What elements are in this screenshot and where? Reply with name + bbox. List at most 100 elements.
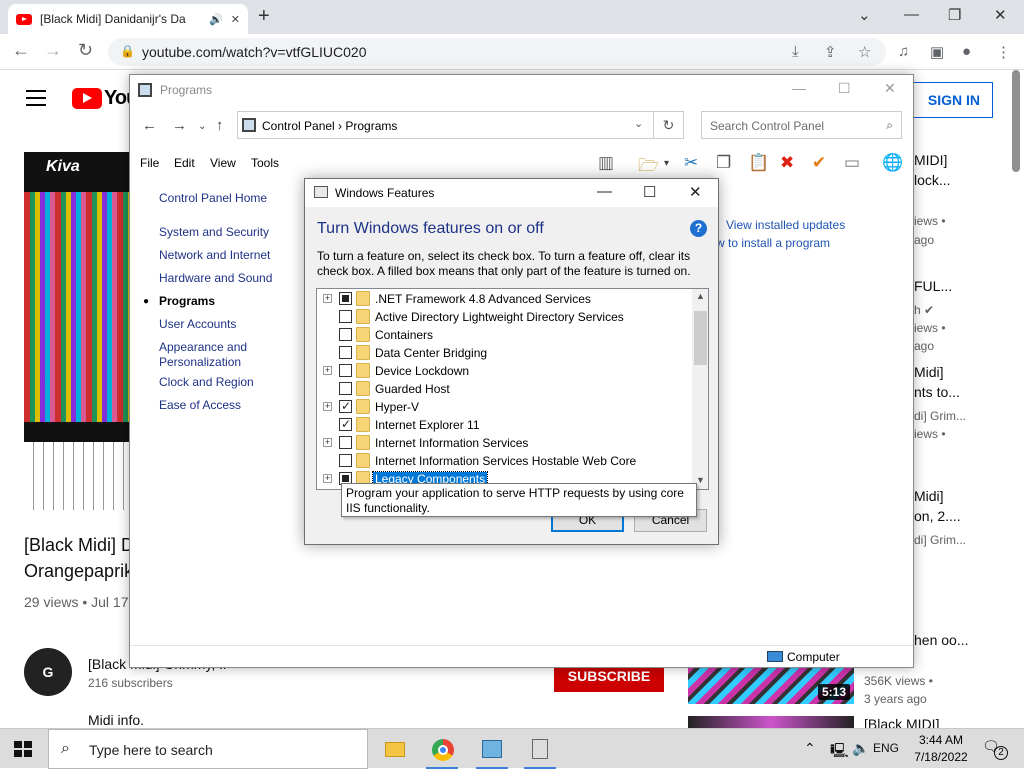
profile-avatar-icon[interactable]: ● [962, 43, 971, 60]
cp-maximize-icon[interactable]: ☐ [838, 80, 851, 97]
globe-icon[interactable]: 🌐 [882, 153, 903, 173]
share-icon[interactable]: ⇪ [824, 43, 837, 61]
paste-icon[interactable]: 📋 [748, 153, 769, 173]
side-video-title[interactable]: lock... [914, 172, 951, 188]
wf-title-bar[interactable]: Windows Features — ☐ ✕ [305, 179, 718, 207]
copy-icon[interactable]: ❐ [716, 153, 731, 173]
cp-minimize-icon[interactable]: — [792, 80, 806, 96]
cp-title-bar[interactable]: Programs — ☐ ✕ [130, 75, 913, 105]
menu-file[interactable]: File [140, 156, 159, 170]
check-icon[interactable]: ✔ [812, 153, 826, 173]
control-panel-icon[interactable] [472, 733, 512, 769]
video-player[interactable]: Kiva [24, 152, 136, 510]
menu-edit[interactable]: Edit [174, 156, 195, 170]
show-hidden-icons-icon[interactable]: ⌃ [804, 740, 816, 757]
reload-button[interactable]: ↻ [78, 40, 93, 61]
feature-checkbox[interactable] [339, 346, 352, 359]
scroll-down-icon[interactable]: ▼ [696, 475, 705, 485]
bookmark-star-icon[interactable]: ☆ [858, 43, 871, 61]
restore-icon[interactable]: ❐ [948, 6, 961, 24]
network-icon[interactable]: 🖳 [830, 740, 849, 764]
speaker-icon[interactable]: 🔊 [209, 13, 223, 26]
feature-checkbox[interactable] [339, 310, 352, 323]
scroll-up-icon[interactable]: ▲ [696, 291, 705, 301]
feature-checkbox[interactable] [339, 436, 352, 449]
chrome-icon[interactable] [422, 733, 462, 769]
close-icon[interactable]: ✕ [994, 6, 1007, 24]
feature-checkbox[interactable] [339, 382, 352, 395]
link-control-panel-home[interactable]: Control Panel Home [159, 191, 267, 206]
feature-checkbox[interactable] [339, 328, 352, 341]
cp-forward-icon[interactable]: → [172, 117, 187, 134]
expand-icon[interactable]: + [323, 474, 332, 483]
back-button[interactable]: ← [12, 40, 30, 61]
link-view-installed-updates[interactable]: View installed updates [726, 218, 845, 232]
media-queue-icon[interactable]: ♫ [898, 43, 909, 60]
cut-icon[interactable]: ✂ [684, 153, 698, 173]
forward-button[interactable]: → [44, 40, 62, 61]
link-network-internet[interactable]: Network and Internet [159, 248, 270, 263]
scroll-thumb[interactable] [694, 311, 707, 365]
cp-refresh-icon[interactable]: ↻ [654, 111, 684, 139]
link-hardware-sound[interactable]: Hardware and Sound [159, 271, 272, 286]
side-panel-icon[interactable]: ▣ [930, 43, 944, 61]
clock[interactable]: 3:44 AM 7/18/2022 [908, 732, 974, 766]
feature-row[interactable]: + .NET Framework 4.8 Advanced Services [317, 290, 692, 308]
chrome-menu-icon[interactable]: ⋮ [996, 43, 1011, 61]
expand-icon[interactable]: + [323, 366, 332, 375]
side-video-thumbnail[interactable]: 5:13 [688, 666, 854, 704]
link-appearance[interactable]: Appearance and Personalization [159, 340, 269, 370]
features-scrollbar[interactable]: ▲ ▼ [692, 289, 708, 489]
youtube-logo-icon[interactable] [72, 88, 102, 109]
menu-view[interactable]: View [210, 156, 236, 170]
link-system-security[interactable]: System and Security [159, 225, 269, 240]
feature-row[interactable]: + Hyper-V [317, 398, 692, 416]
delete-icon[interactable]: ✖ [780, 153, 794, 173]
feature-row[interactable]: Internet Information Services Hostable W… [317, 452, 692, 470]
side-video-title[interactable]: nts to... [914, 384, 960, 400]
page-scrollbar[interactable] [1012, 70, 1020, 172]
channel-avatar[interactable]: G [24, 648, 72, 696]
link-programs[interactable]: Programs [159, 294, 215, 309]
side-video-title[interactable]: Midi] [914, 364, 944, 380]
wf-close-icon[interactable]: ✕ [689, 183, 702, 201]
notification-center-icon[interactable]: 🗨 2 [982, 738, 1008, 760]
expand-icon[interactable]: + [323, 438, 332, 447]
help-icon[interactable]: ? [690, 220, 707, 237]
volume-icon[interactable]: 🔈 [852, 740, 869, 757]
cp-address-dropdown-icon[interactable]: ⌄ [634, 117, 643, 130]
side-video-title[interactable]: FUL... [914, 278, 952, 294]
file-explorer-icon[interactable] [374, 733, 414, 765]
cp-recent-chevron-icon[interactable]: ⌄ [198, 121, 206, 132]
cp-search-input[interactable]: Search Control Panel ⌕ [701, 111, 902, 139]
side-video-title[interactable]: Midi] [914, 488, 944, 504]
address-bar[interactable]: 🔒 youtube.com/watch?v=vtfGLIUC020 ⤓ ⇪ ☆ [108, 38, 886, 66]
feature-checkbox[interactable] [339, 364, 352, 377]
folder-options-dropdown-icon[interactable]: ▾ [664, 158, 669, 169]
link-how-to-install[interactable]: w to install a program [716, 236, 830, 250]
windows-start-icon[interactable] [14, 741, 32, 757]
feature-checkbox[interactable] [339, 454, 352, 467]
feature-row[interactable]: Containers [317, 326, 692, 344]
feature-row[interactable]: + Internet Information Services [317, 434, 692, 452]
feature-row[interactable]: Guarded Host [317, 380, 692, 398]
language-indicator[interactable]: ENG [873, 741, 899, 755]
expand-icon[interactable]: + [323, 402, 332, 411]
cp-back-icon[interactable]: ← [142, 117, 157, 134]
side-video-title[interactable]: hen oo... [914, 632, 969, 648]
side-video-title[interactable]: MIDI] [914, 152, 947, 168]
taskbar-search-input[interactable]: ⌕ Type here to search [48, 729, 368, 769]
wf-minimize-icon[interactable]: — [597, 183, 612, 200]
feature-checkbox[interactable] [339, 417, 352, 431]
new-tab-button[interactable]: + [258, 5, 270, 28]
expand-icon[interactable]: + [323, 294, 332, 303]
cp-address-bar[interactable]: Control Panel › Programs ⌄ [237, 111, 654, 139]
feature-checkbox[interactable] [339, 399, 352, 413]
menu-tools[interactable]: Tools [251, 156, 279, 170]
hamburger-menu-icon[interactable] [26, 90, 46, 111]
properties-icon[interactable]: ▭ [844, 153, 860, 173]
tab-search-chevron-icon[interactable]: ⌄ [858, 6, 871, 24]
minimize-icon[interactable]: — [904, 6, 919, 23]
side-video-title[interactable]: [Black MIDI] [864, 716, 939, 728]
install-icon[interactable]: ⤓ [792, 43, 799, 60]
